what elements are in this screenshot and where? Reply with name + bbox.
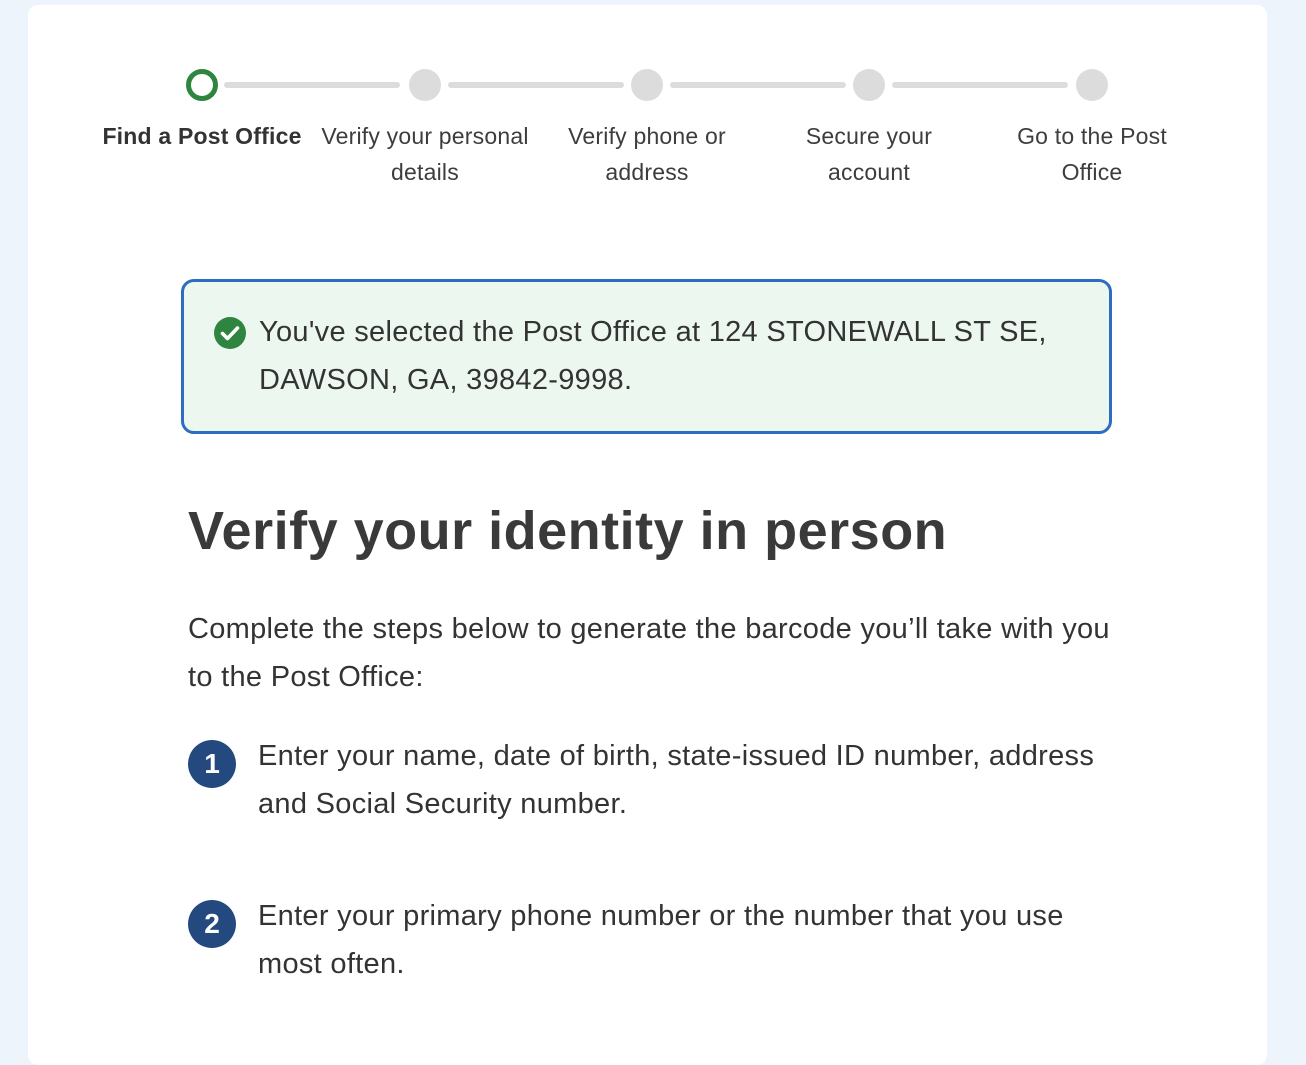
step-3-marker xyxy=(631,69,663,101)
step-indicator: Find a Post Office Verify your personal … xyxy=(28,5,1267,205)
step-3-label: Verify phone or address xyxy=(568,123,726,185)
step-4-label: Secure your account xyxy=(805,123,933,185)
step-connector xyxy=(448,82,624,88)
step-2-label: Verify your personal details xyxy=(321,123,529,185)
content-card: Find a Post Office Verify your personal … xyxy=(28,5,1267,1065)
step-connector xyxy=(670,82,846,88)
step-connector xyxy=(892,82,1068,88)
process-step-text: Enter your primary phone number or the n… xyxy=(258,900,1064,980)
page-title: Verify your identity in person xyxy=(188,501,948,561)
step-1-label: Find a Post Office xyxy=(102,123,302,149)
step-4-marker xyxy=(853,69,885,101)
step-1-marker xyxy=(186,69,218,101)
step-2-marker xyxy=(409,69,441,101)
step-5-marker xyxy=(1076,69,1108,101)
step-connector xyxy=(224,82,400,88)
success-alert: You've selected the Post Office at 124 S… xyxy=(181,279,1112,434)
step-number-badge: 1 xyxy=(188,740,236,788)
alert-message: You've selected the Post Office at 124 S… xyxy=(259,316,1047,396)
step-number-badge: 2 xyxy=(188,900,236,948)
process-step-text: Enter your name, date of birth, state-is… xyxy=(258,740,1095,820)
intro-text: Complete the steps below to generate the… xyxy=(188,613,1110,693)
check-circle-icon xyxy=(214,317,246,349)
step-5-label: Go to the Post Office xyxy=(1017,123,1167,185)
